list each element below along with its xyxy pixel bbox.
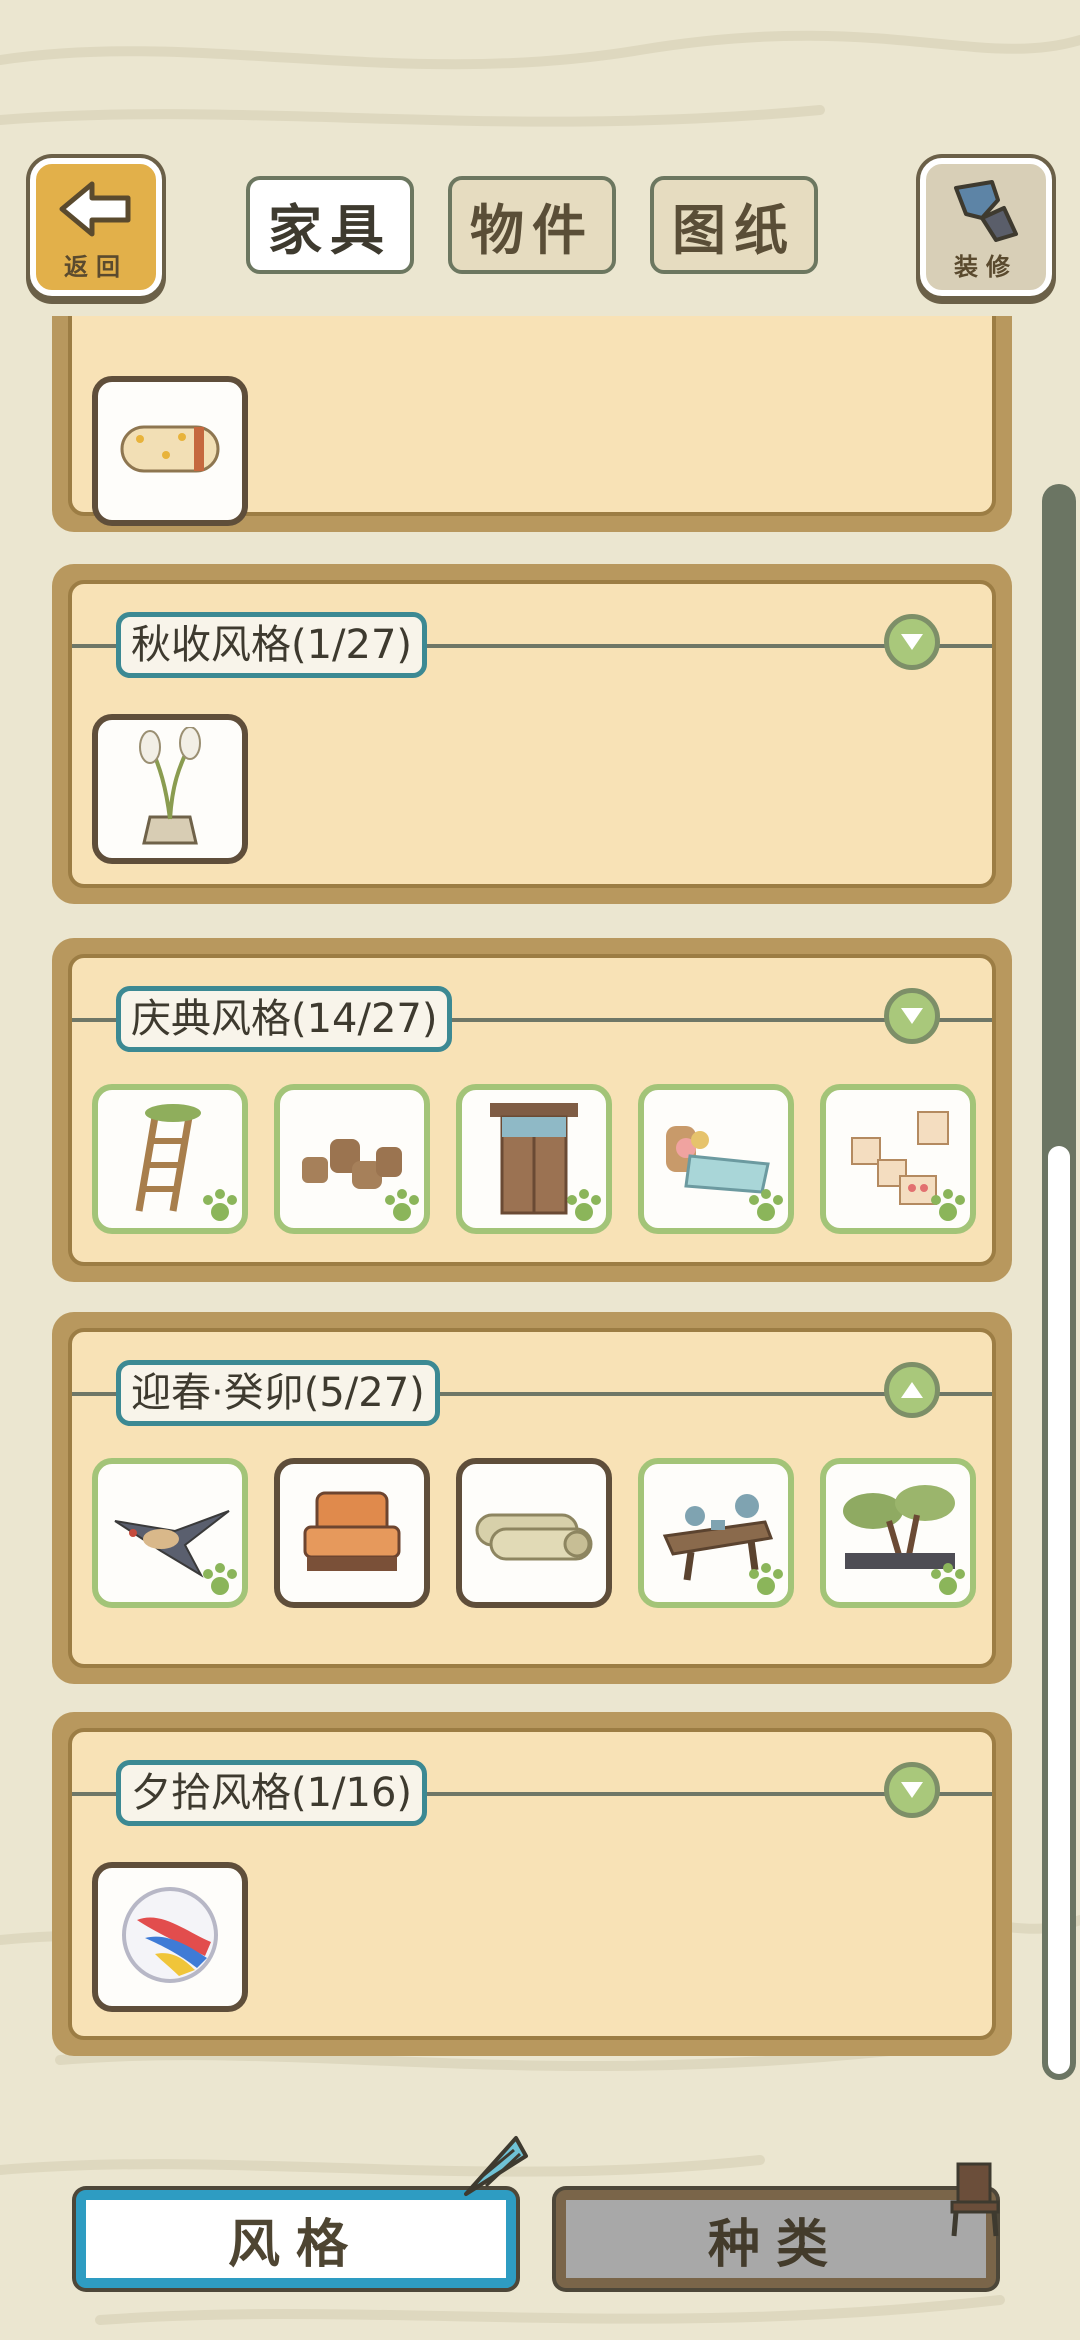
tab-category[interactable]: 种类 (556, 2190, 996, 2288)
furniture-item[interactable] (456, 1084, 612, 1234)
section-title: 迎春·癸卯(5/27) (116, 1360, 440, 1426)
style-section: 迎春·癸卯(5/27) (52, 1312, 1012, 1684)
seashell-icon (456, 2128, 532, 2208)
section-title: 庆典风格(14/27) (116, 986, 453, 1052)
style-section: 庆典风格(14/27) (52, 938, 1012, 1282)
furniture-item[interactable] (92, 1458, 248, 1608)
style-list[interactable]: 秋收风格(1/27) 庆典风格(14/27) 迎春·癸卯(5/27) 夕拾风格(… (0, 316, 1080, 2056)
scrollbar-thumb[interactable] (1048, 1146, 1070, 2074)
rolled-mats-icon (469, 1491, 599, 1575)
furniture-item[interactable] (92, 1084, 248, 1234)
expand-toggle-button[interactable] (884, 1762, 940, 1818)
section-title: 夕拾风格(1/16) (116, 1760, 428, 1826)
furniture-item[interactable] (92, 714, 248, 864)
paint-brush-icon (946, 178, 1026, 248)
furniture-item[interactable] (274, 1084, 430, 1234)
section-title: 秋收风格(1/27) (116, 612, 428, 678)
furniture-item[interactable] (456, 1458, 612, 1608)
expand-toggle-button[interactable] (884, 614, 940, 670)
rolled-blanket-icon (110, 409, 230, 493)
paw-print-icon (928, 1562, 968, 1602)
tab-style[interactable]: 风格 (76, 2190, 516, 2288)
furniture-item[interactable] (92, 376, 248, 526)
chevron-down-icon (901, 1782, 923, 1798)
style-section: 秋收风格(1/27) (52, 564, 1012, 904)
decorate-label: 装修 (954, 253, 1018, 281)
chevron-up-icon (901, 1382, 923, 1398)
paw-print-icon (200, 1188, 240, 1228)
marble-ball-icon (115, 1880, 225, 1994)
chevron-down-icon (901, 1008, 923, 1024)
expand-toggle-button[interactable] (884, 988, 940, 1044)
tab-furniture[interactable]: 家具 (246, 176, 414, 274)
chevron-down-icon (901, 634, 923, 650)
chair-icon (940, 2160, 1010, 2242)
furniture-item[interactable] (274, 1458, 430, 1608)
furniture-item[interactable] (638, 1084, 794, 1234)
paw-print-icon (746, 1188, 786, 1228)
style-section (52, 316, 1012, 532)
paw-print-icon (382, 1188, 422, 1228)
paw-print-icon (746, 1562, 786, 1602)
style-section: 夕拾风格(1/16) (52, 1712, 1012, 2056)
decorate-button[interactable]: 装修 (920, 158, 1052, 296)
furniture-item[interactable] (638, 1458, 794, 1608)
armchair-icon (297, 1481, 407, 1585)
tab-items[interactable]: 物件 (448, 176, 616, 274)
furniture-item[interactable] (820, 1458, 976, 1608)
back-label: 返回 (64, 253, 128, 281)
furniture-item[interactable] (92, 1862, 248, 2012)
furniture-item[interactable] (820, 1084, 976, 1234)
pampas-grass-pot-icon (120, 726, 220, 851)
arrow-left-icon (58, 178, 134, 244)
back-button[interactable]: 返回 (30, 158, 162, 296)
paw-print-icon (200, 1562, 240, 1602)
paw-print-icon (928, 1188, 968, 1228)
collapse-toggle-button[interactable] (884, 1362, 940, 1418)
paw-print-icon (564, 1188, 604, 1228)
tab-blueprints[interactable]: 图纸 (650, 176, 818, 274)
